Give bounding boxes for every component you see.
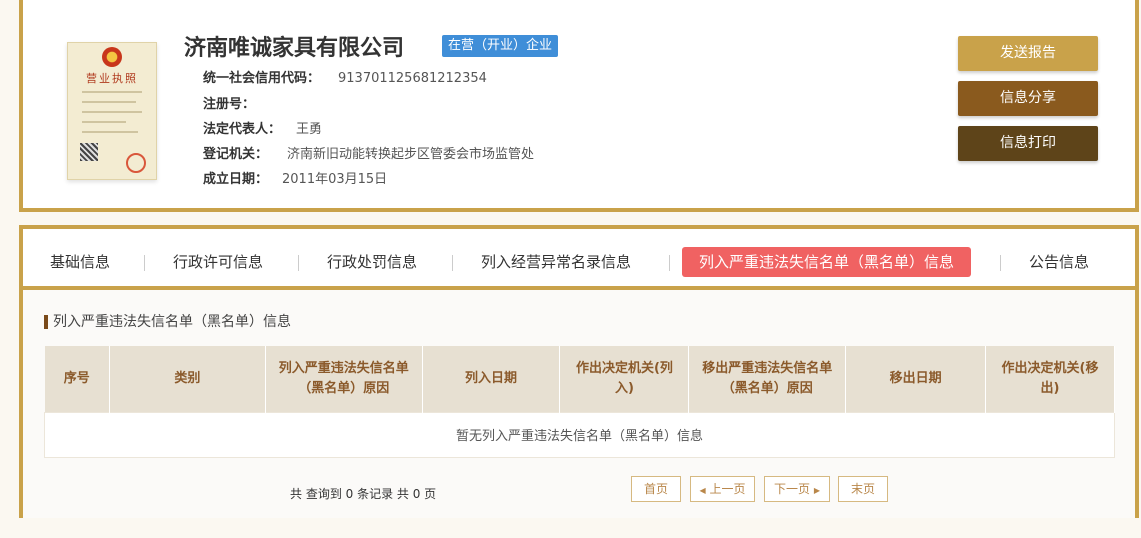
license-text-line (82, 111, 142, 113)
legal-representative-value: 王勇 (296, 122, 323, 137)
tab-admin-penalty[interactable]: 行政处罚信息 (327, 247, 417, 277)
print-info-button[interactable]: 信息打印 (958, 126, 1098, 161)
prev-page-button[interactable]: ◀ 上一页 (690, 476, 755, 502)
tab-divider (144, 255, 145, 271)
column-header-index: 序号 (44, 346, 110, 412)
tab-announcements[interactable]: 公告信息 (1029, 247, 1089, 277)
tab-blacklist[interactable]: 列入严重违法失信名单（黑名单）信息 (682, 247, 972, 277)
record-summary: 共 查询到 0 条记录 共 0 页 (290, 487, 437, 501)
registration-authority-row: 登记机关： 济南新旧动能转换起步区管委会市场监管处 (203, 143, 534, 162)
column-header-listing-authority: 作出决定机关(列入) (559, 346, 690, 412)
tab-divider (298, 255, 299, 271)
share-info-button[interactable]: 信息分享 (958, 81, 1098, 116)
blacklist-panel: 列入严重违法失信名单（黑名单）信息 序号 类别 列入严重违法失信名单（黑名单）原… (23, 290, 1135, 518)
tab-basic-info[interactable]: 基础信息 (50, 247, 110, 277)
legal-representative-row: 法定代表人： 王勇 (203, 118, 322, 137)
column-header-listing-date: 列入日期 (422, 346, 561, 412)
registration-number-label: 注册号： (203, 97, 256, 112)
table-header-row: 序号 类别 列入严重违法失信名单（黑名单）原因 列入日期 作出决定机关(列入) … (44, 346, 1115, 412)
established-date-value: 2011年03月15日 (282, 172, 388, 187)
tab-divider (452, 255, 453, 271)
credit-code-value: 913701125681212354 (338, 71, 487, 86)
triangle-right-icon: ▶ (813, 486, 820, 495)
registration-authority-label: 登记机关： (203, 147, 269, 162)
next-page-label: 下一页 (774, 482, 811, 496)
red-seal-icon (126, 153, 146, 173)
tab-divider (1000, 255, 1001, 271)
status-badge: 在营（开业）企业 (442, 35, 559, 57)
column-header-removal-date: 移出日期 (845, 346, 987, 412)
established-date-row: 成立日期： 2011年03月15日 (203, 168, 387, 187)
table-row: 暂无列入严重违法失信名单（黑名单）信息 (44, 411, 1115, 458)
license-text-line (82, 91, 142, 93)
send-report-button[interactable]: 发送报告 (958, 36, 1098, 71)
company-info-card: 营业执照 济南唯诚家具有限公司 在营（开业）企业 统一社会信用代码： 913701… (19, 0, 1139, 212)
registration-authority-value: 济南新旧动能转换起步区管委会市场监管处 (287, 147, 535, 162)
column-header-removal-reason: 移出严重违法失信名单（黑名单）原因 (688, 346, 847, 412)
tab-bar: 基础信息 行政许可信息 行政处罚信息 列入经营异常名录信息 列入严重违法失信名单… (23, 229, 1135, 290)
company-name: 济南唯诚家具有限公司 (184, 36, 405, 61)
qr-code-icon (80, 143, 98, 161)
license-text-line (82, 121, 126, 123)
column-header-category: 类别 (109, 346, 266, 412)
license-text-line (82, 101, 136, 103)
license-text-line (82, 131, 138, 133)
business-license-image: 营业执照 (67, 42, 157, 180)
section-title: 列入严重违法失信名单（黑名单）信息 (44, 315, 291, 329)
credit-code-label: 统一社会信用代码： (203, 71, 321, 86)
legal-representative-label: 法定代表人： (203, 122, 282, 137)
detail-card: 基础信息 行政许可信息 行政处罚信息 列入经营异常名录信息 列入严重违法失信名单… (19, 225, 1139, 518)
column-header-listing-reason: 列入严重违法失信名单（黑名单）原因 (265, 346, 423, 412)
column-header-removal-authority: 作出决定机关(移出) (985, 346, 1115, 412)
credit-code-row: 统一社会信用代码： 913701125681212354 (203, 67, 487, 86)
triangle-left-icon: ◀ (699, 486, 706, 495)
next-page-button[interactable]: 下一页 ▶ (764, 476, 830, 502)
tab-divider (669, 255, 670, 271)
national-emblem-icon (102, 47, 122, 67)
prev-page-label: 上一页 (709, 482, 746, 496)
established-date-label: 成立日期： (203, 172, 269, 187)
registration-number-row: 注册号： (203, 93, 255, 112)
first-page-button[interactable]: 首页 (631, 476, 681, 502)
tab-admin-license[interactable]: 行政许可信息 (173, 247, 263, 277)
empty-message: 暂无列入严重违法失信名单（黑名单）信息 (44, 411, 1115, 458)
tab-abnormal-operation[interactable]: 列入经营异常名录信息 (481, 247, 631, 277)
last-page-button[interactable]: 末页 (838, 476, 888, 502)
license-title: 营业执照 (86, 72, 138, 85)
blacklist-table: 序号 类别 列入严重违法失信名单（黑名单）原因 列入日期 作出决定机关(列入) … (44, 346, 1115, 458)
